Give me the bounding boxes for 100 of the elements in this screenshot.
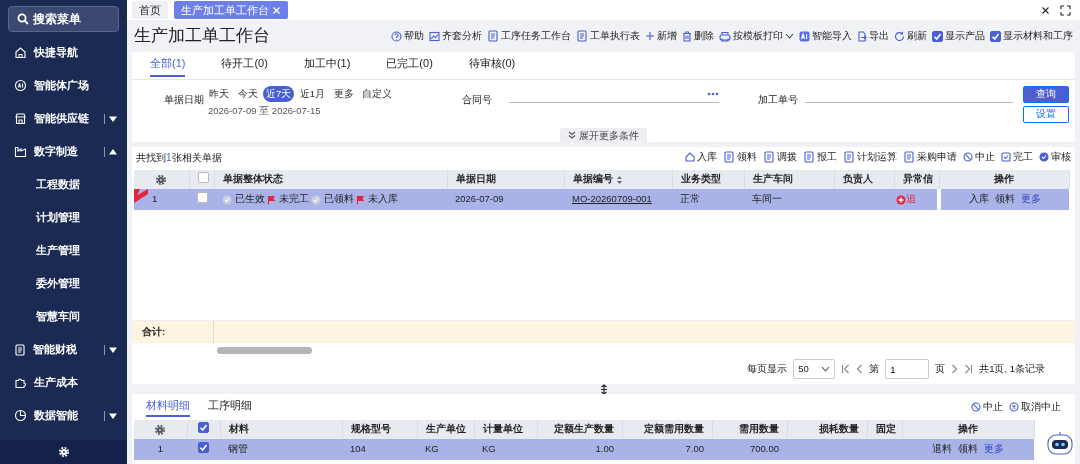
document-icon [763, 151, 775, 163]
page-summary: 共1页, 1条记录 [979, 361, 1045, 376]
dropdown-button[interactable]: 按模板打印 [719, 28, 794, 44]
toolbar-button[interactable]: 调拨 [763, 149, 797, 165]
toolbar-button[interactable]: 入库 [685, 149, 717, 165]
column-header: 材料 [228, 423, 249, 435]
status-label: 已领料 [323, 192, 354, 207]
status-label: 未入库 [367, 192, 398, 207]
checkbox[interactable] [198, 442, 209, 454]
toolbar-button[interactable]: 中止 [971, 399, 1003, 415]
menu-item[interactable]: 数据智能 [34, 407, 78, 424]
date-preset[interactable]: 近7天 [263, 86, 295, 103]
first-page-icon[interactable] [841, 364, 851, 374]
toolbar-button[interactable]: 导出 [857, 28, 889, 44]
toolbar-button[interactable]: 中止 [963, 149, 995, 165]
checkbox[interactable] [197, 191, 208, 203]
checkbox[interactable]: 显示产品 [932, 28, 985, 44]
action-link[interactable]: 领料 [995, 192, 1015, 207]
stop-icon [971, 402, 981, 412]
status-tab[interactable]: 全部(1) [150, 54, 186, 77]
page-tab[interactable]: 首页 [132, 1, 168, 19]
toolbar-button[interactable]: 报工 [803, 149, 837, 165]
column-header: 业务类型 [680, 173, 721, 185]
more-icon[interactable] [706, 92, 719, 96]
approve-icon [1039, 152, 1049, 162]
toolbar-button[interactable]: 帮助 [391, 28, 424, 44]
status-tab[interactable]: 已完工(0) [386, 54, 433, 77]
check-icon [991, 31, 1000, 41]
detail-tab[interactable]: 材料明细 [146, 396, 190, 418]
status-label: 未完工 [278, 192, 309, 207]
help-icon [391, 30, 402, 42]
status-tab[interactable]: 待审核(0) [468, 54, 516, 77]
date-range: 2026-07-09 至 2026-07-15 [207, 104, 322, 119]
query-button[interactable]: 查询 [1023, 86, 1069, 103]
toolbar-button[interactable]: 新增 [645, 28, 677, 44]
previous-page-icon[interactable] [856, 364, 864, 374]
table-cell: 2026-07-09 [455, 193, 504, 205]
settings-icon[interactable] [155, 173, 168, 186]
submenu-item[interactable]: 计划管理 [36, 209, 80, 226]
submenu-item[interactable]: 委外管理 [36, 275, 80, 292]
status-tab[interactable]: 待开工(0) [221, 54, 268, 77]
toolbar-button[interactable]: 智能导入 [799, 28, 852, 44]
toolbar-button[interactable]: 刷新 [894, 28, 927, 44]
checkbox[interactable] [197, 171, 209, 183]
toolbar-button[interactable]: 齐套分析 [429, 28, 482, 44]
action-link[interactable]: 入库 [969, 192, 989, 207]
date-preset[interactable]: 昨天 [206, 86, 232, 103]
detail-tab[interactable]: 工序明细 [208, 396, 252, 418]
fullscreen-icon[interactable] [1060, 4, 1071, 16]
next-page-icon[interactable] [951, 364, 959, 374]
submenu-item[interactable]: 生产管理 [36, 242, 80, 259]
status-tab[interactable]: 加工中(1) [303, 54, 351, 77]
menu-item[interactable]: 生产成本 [34, 374, 78, 391]
result-summary: 共找到1张相关单据 [136, 150, 222, 165]
pie-chart-icon [14, 409, 27, 422]
action-link[interactable]: 退料 [932, 442, 952, 457]
checkbox[interactable]: 显示材料和工序 [990, 28, 1073, 44]
toolbar-button[interactable]: 审核 [1039, 149, 1071, 165]
expand-conditions-button[interactable]: 展开更多条件 [560, 128, 647, 142]
home-icon [14, 46, 27, 59]
date-preset[interactable]: 近1月 [296, 86, 329, 103]
date-preset[interactable]: 自定义 [359, 86, 396, 103]
menu-item[interactable]: 智能财税 [33, 341, 77, 358]
column-header: 生产车间 [752, 173, 793, 185]
submenu-item[interactable]: 智慧车间 [36, 308, 80, 325]
checkbox[interactable] [198, 422, 209, 434]
toolbar-button[interactable]: 工单执行表 [576, 28, 640, 44]
last-page-icon[interactable] [964, 364, 974, 374]
settings-button[interactable]: 设置 [1023, 105, 1069, 123]
settings-icon[interactable] [154, 423, 167, 436]
close-icon[interactable] [1041, 5, 1050, 15]
more-link[interactable]: 更多 [1021, 192, 1041, 207]
submenu-item[interactable]: 工程数据 [36, 176, 80, 193]
toolbar-button[interactable]: 完工 [1001, 149, 1033, 165]
date-preset[interactable]: 更多 [330, 86, 357, 103]
resize-handle-icon[interactable] [598, 384, 609, 395]
toolbar-button[interactable]: 取消中止 [1009, 399, 1061, 415]
toolbar-button[interactable]: 采购申请 [903, 149, 957, 165]
page-input[interactable]: 1 [885, 359, 930, 379]
cancel-stop-icon [1009, 402, 1019, 412]
menu-item[interactable]: 快捷导航 [34, 44, 78, 61]
menu-item[interactable]: 智能体广场 [34, 77, 89, 94]
menu-item[interactable]: 智能供应链 [34, 110, 89, 127]
toolbar-button[interactable]: 删除 [682, 28, 714, 44]
menu-item[interactable]: 数字制造 [34, 143, 78, 160]
toolbar-button[interactable]: 工序任务工作台 [487, 28, 571, 44]
scrollbar-thumb[interactable] [217, 346, 312, 354]
tab-close-icon[interactable] [272, 5, 281, 15]
toolbar-button[interactable]: 领料 [723, 149, 757, 165]
more-link[interactable]: 更多 [984, 442, 1004, 457]
toolbar-button[interactable]: 计划运算 [843, 149, 897, 165]
status-check-icon [222, 194, 232, 205]
page-tab[interactable]: 生产加工单工作台 [174, 1, 288, 19]
action-link[interactable]: 领料 [958, 442, 978, 457]
date-preset[interactable]: 今天 [234, 86, 261, 103]
total-label: 合计: [132, 321, 214, 343]
stop-icon [963, 152, 973, 162]
page-size-select[interactable]: 50 [793, 359, 836, 379]
search-menu-button[interactable]: 搜索菜单 [8, 6, 119, 32]
search-icon [17, 13, 29, 25]
